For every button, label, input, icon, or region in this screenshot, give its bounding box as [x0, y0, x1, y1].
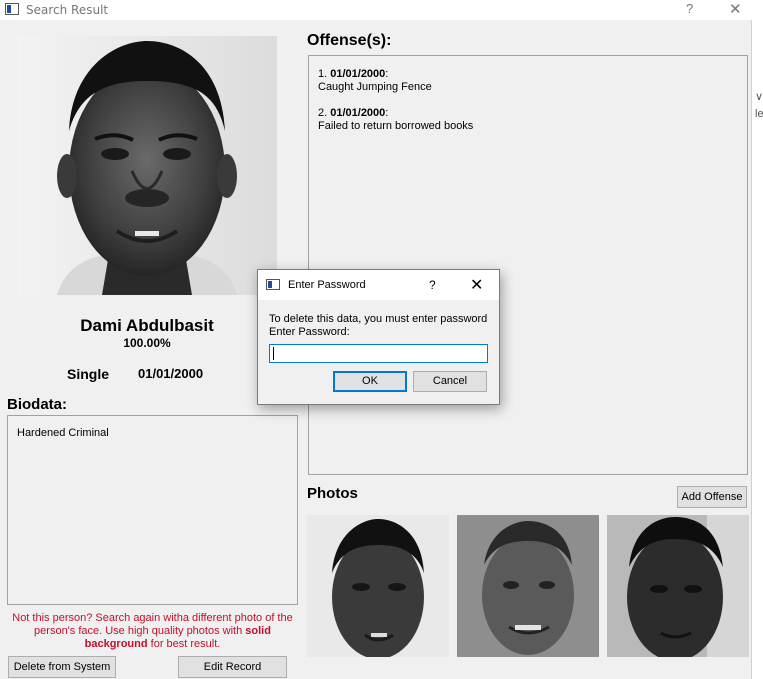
warning-text-part2: for best result. [147, 638, 221, 650]
enter-password-dialog: Enter Password ? ✕ To delete this data, … [257, 269, 500, 405]
biodata-heading: Biodata: [7, 396, 67, 413]
offense-description: Failed to return borrowed books [318, 120, 474, 132]
dialog-message-line1: To delete this data, you must enter pass… [269, 313, 488, 325]
help-icon[interactable]: ? [686, 1, 693, 16]
photo-thumbnail-2[interactable] [457, 515, 599, 657]
dialog-title: Enter Password [288, 279, 366, 291]
background-window-edge: ∨ le [751, 20, 763, 679]
marital-status: Single [67, 366, 110, 382]
dialog-close-icon[interactable]: ✕ [470, 275, 483, 295]
close-icon[interactable]: ✕ [729, 0, 742, 18]
dialog-app-icon [266, 279, 280, 290]
ok-button[interactable]: OK [333, 371, 407, 392]
offense-number: 1. [318, 68, 331, 80]
cancel-button[interactable]: Cancel [413, 371, 487, 392]
dialog-message-line2: Enter Password: [269, 326, 350, 338]
offense-item: 2. 01/01/2000: Failed to return borrowed… [318, 107, 474, 132]
biodata-text: Hardened Criminal [17, 427, 109, 439]
photos-heading: Photos [307, 485, 358, 502]
retry-warning-message: Not this person? Search again witha diff… [7, 612, 298, 651]
window-titlebar: Search Result ? ✕ [0, 0, 763, 20]
match-percentage: 100.00% [123, 336, 171, 350]
offense-item: 1. 01/01/2000: Caught Jumping Fence [318, 68, 432, 93]
offenses-list[interactable]: 1. 01/01/2000: Caught Jumping Fence 2. 0… [308, 55, 748, 475]
photo-thumbnail-1[interactable] [307, 515, 449, 657]
offense-description: Caught Jumping Fence [318, 81, 432, 93]
edit-record-button[interactable]: Edit Record [178, 656, 287, 678]
person-photo [17, 36, 277, 295]
date-of-birth: 01/01/2000 [138, 366, 204, 381]
window-app-icon [5, 3, 19, 15]
photo-thumbnail-3[interactable] [607, 515, 749, 657]
dialog-titlebar: Enter Password ? ✕ [258, 270, 499, 300]
person-name: Dami Abdulbasit [80, 316, 214, 335]
offenses-heading: Offense(s): [307, 32, 392, 49]
offense-date: 01/01/2000 [330, 68, 386, 80]
delete-from-system-button[interactable]: Delete from System [8, 656, 116, 678]
password-input[interactable] [269, 344, 488, 363]
add-offense-button[interactable]: Add Offense [677, 486, 747, 508]
dialog-message: To delete this data, you must enter pass… [269, 313, 487, 339]
biodata-textbox[interactable]: Hardened Criminal [7, 415, 298, 605]
window-title: Search Result [26, 3, 109, 17]
offense-date: 01/01/2000 [330, 107, 386, 119]
offense-number: 2. [318, 107, 331, 119]
text-cursor [273, 347, 274, 360]
dialog-help-icon[interactable]: ? [429, 278, 436, 292]
